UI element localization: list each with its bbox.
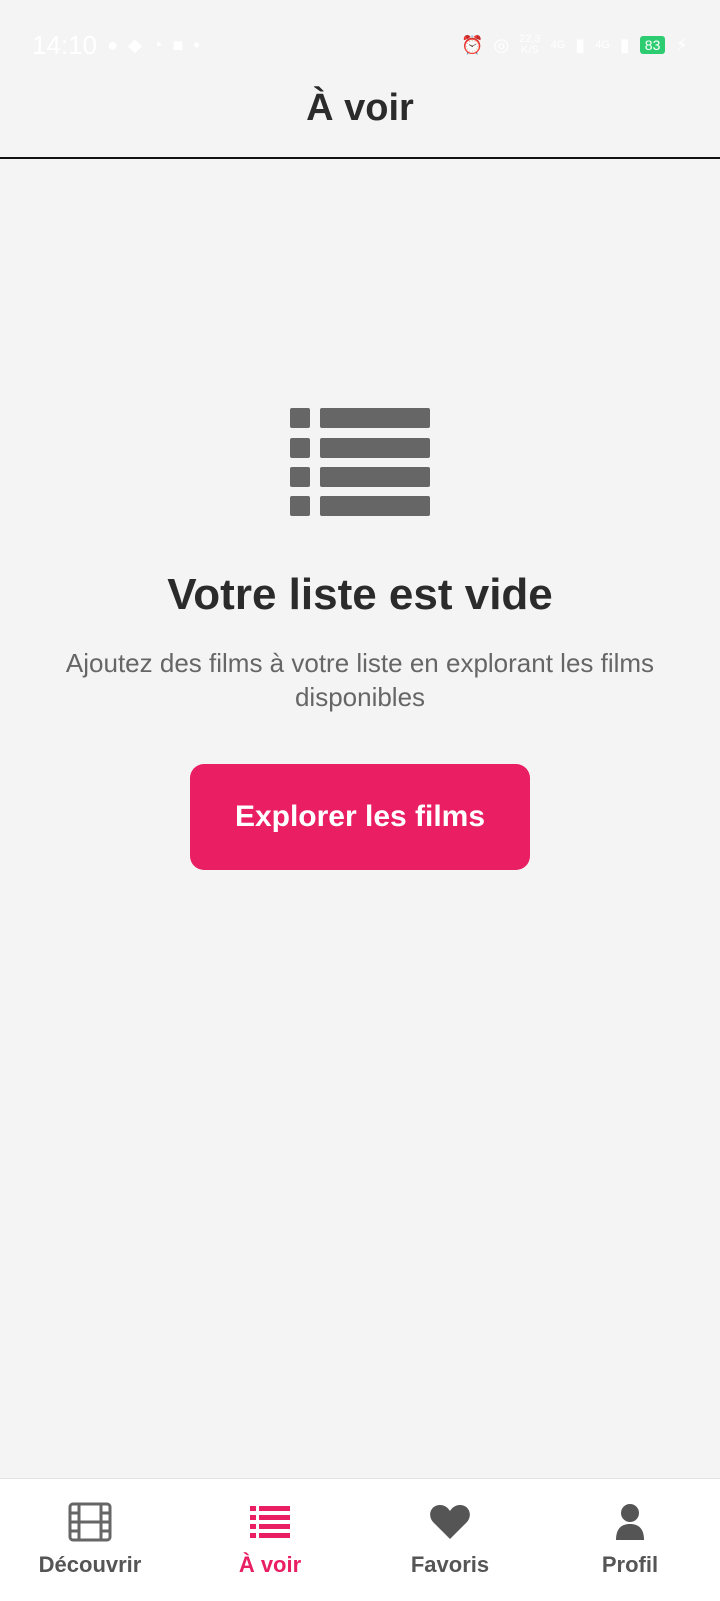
empty-state: Votre liste est vide Ajoutez des films à… <box>0 400 720 870</box>
nav-item-favoris[interactable]: Favoris <box>360 1479 540 1601</box>
battery-indicator: 83 <box>639 36 666 54</box>
nav-item-decouvrir[interactable]: Découvrir <box>0 1479 180 1601</box>
signal-1-icon: ▮ <box>575 35 586 55</box>
nav-item-a-voir[interactable]: À voir <box>180 1479 360 1601</box>
film-icon <box>68 1502 112 1542</box>
empty-state-description: Ajoutez des films à votre liste en explo… <box>65 648 655 712</box>
bottom-nav: Découvrir À voir Favoris Profil <box>0 1478 720 1601</box>
alarm-icon: ⏰ <box>461 35 484 55</box>
snapchat-icon: ◆ <box>127 35 142 55</box>
nav-label-favoris: Favoris <box>410 1552 490 1577</box>
dot-icon: • <box>193 35 200 55</box>
network-speed-unit: K/S <box>521 44 539 56</box>
page-title: À voir <box>306 86 414 129</box>
nav-item-profil[interactable]: Profil <box>540 1479 720 1601</box>
status-time: 14:10 <box>32 29 98 60</box>
list-icon <box>248 1502 292 1542</box>
charging-icon: ⚡ <box>675 35 688 55</box>
nav-label-decouvrir: Découvrir <box>38 1552 142 1577</box>
heart-icon <box>428 1502 472 1542</box>
header-divider <box>0 157 720 159</box>
nav-label-profil: Profil <box>601 1552 659 1577</box>
person-icon <box>608 1502 652 1542</box>
header: À voir <box>0 58 720 158</box>
signal-2-label: 4G <box>595 38 610 51</box>
hotspot-icon: ◎ <box>493 35 510 55</box>
signal-2-icon: ▮ <box>619 35 630 55</box>
signal-1-label: 4G <box>550 38 566 51</box>
sync-icon: ◔ <box>151 35 163 55</box>
app-icon: ■ <box>172 35 184 55</box>
empty-state-title: Votre liste est vide <box>167 570 553 619</box>
list-icon <box>290 400 430 516</box>
messenger-icon: ● <box>107 35 118 55</box>
explore-films-button[interactable]: Explorer les films <box>190 764 530 870</box>
nav-label-a-voir: À voir <box>238 1552 302 1577</box>
